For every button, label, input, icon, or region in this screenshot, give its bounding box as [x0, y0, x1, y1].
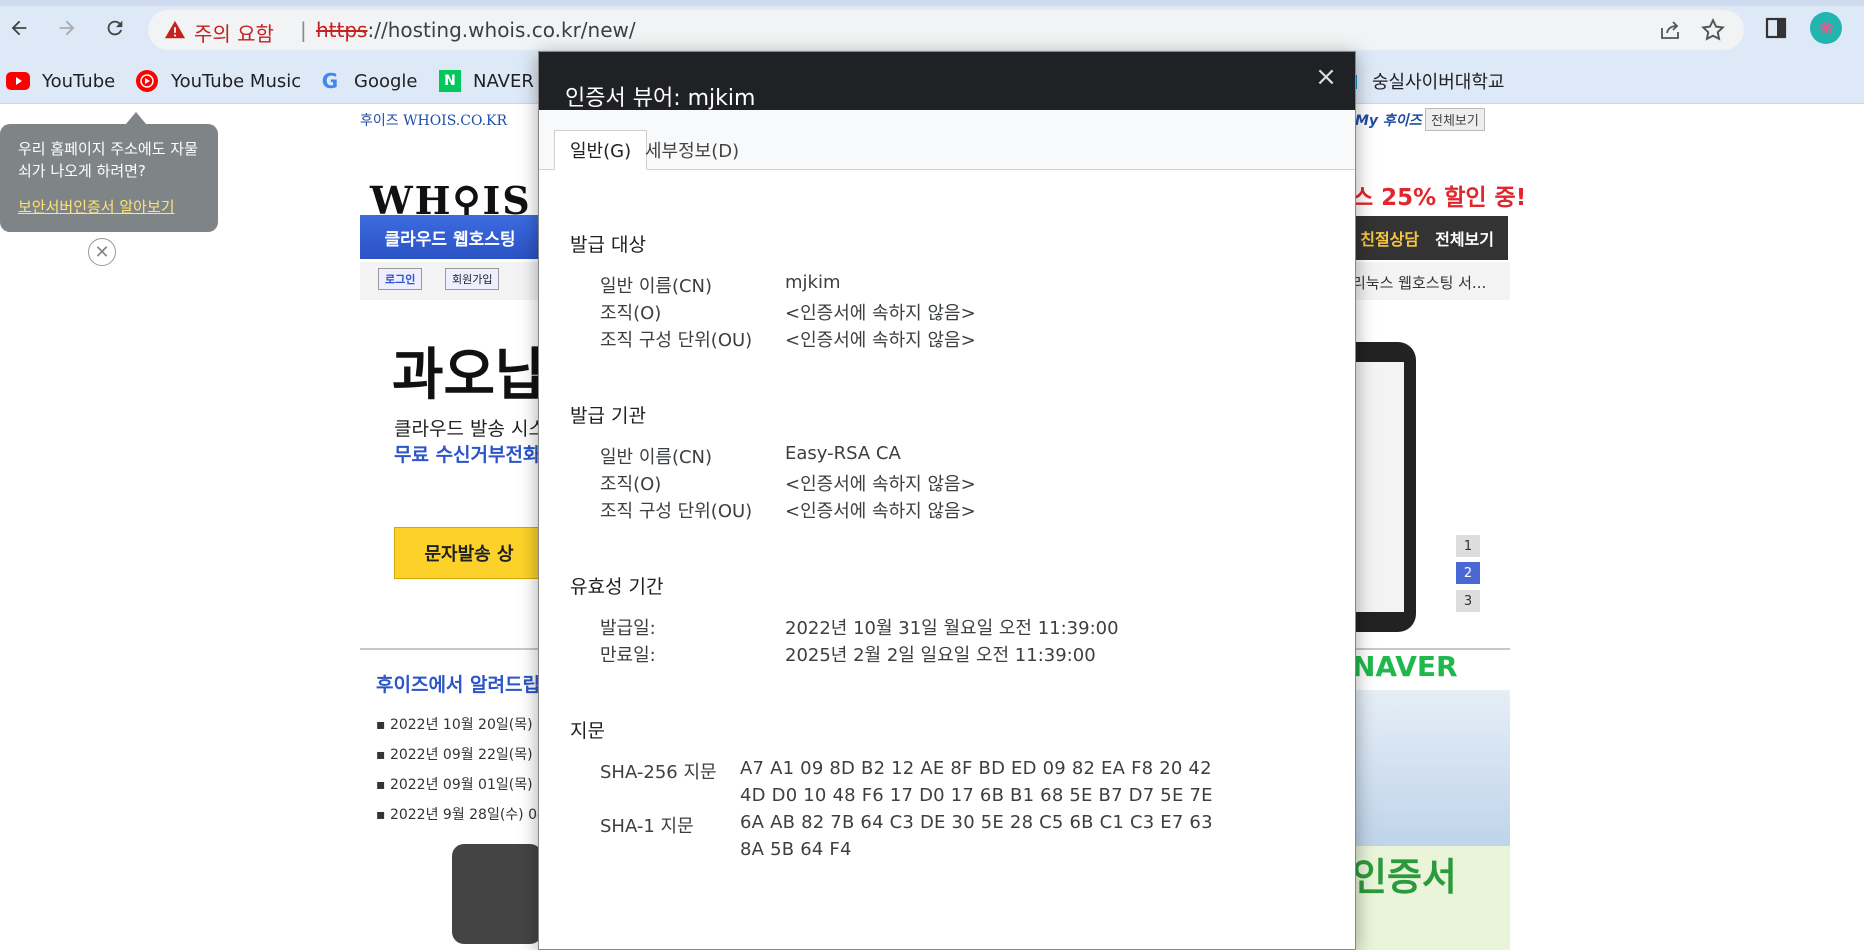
notice-item[interactable]: ▪ 2022년 10월 20일(목) 0 [376, 714, 546, 734]
profile-avatar[interactable]: ❀ [1810, 12, 1842, 44]
bookmark-youtube[interactable]: YouTube [6, 66, 115, 96]
notice-item[interactable]: ▪ 2022년 9월 28일(수) 04 [376, 804, 546, 824]
field-label: 만료일: [600, 645, 656, 666]
field-value: <인증서에 속하지 않음> [785, 474, 976, 495]
signup-button[interactable]: 회원가입 [445, 268, 500, 290]
hero-subtitle-2: 무료 수신거부전화 [394, 444, 541, 466]
pager-2[interactable]: 2 [1456, 562, 1480, 584]
tab-strip [0, 0, 1864, 6]
back-button[interactable] [2, 11, 36, 45]
warning-icon [164, 20, 186, 39]
pager-1[interactable]: 1 [1456, 535, 1480, 557]
issued-to-title: 발급 대상 [570, 234, 646, 256]
field-label: 조직 구성 단위(OU) [600, 501, 753, 522]
share-icon[interactable] [1658, 18, 1682, 42]
field-value: mjkim [785, 272, 841, 293]
field-label: 조직(O) [600, 303, 662, 324]
sha256-value-line1: A7 A1 09 8D B2 12 AE 8F BD ED 09 82 EA F… [740, 758, 1212, 779]
notice-item[interactable]: ▪ 2022년 09월 01일(목) 0 [376, 774, 546, 794]
bookmark-naver[interactable]: N NAVER [439, 66, 534, 96]
hero-title: 과오납 [392, 343, 547, 408]
tooltip-text: 우리 홈페이지 주소에도 자물쇠가 나오게 하려면? [18, 140, 198, 180]
consult-link[interactable]: 친절상담 [1360, 226, 1419, 250]
field-label: 일반 이름(CN) [600, 276, 713, 297]
field-value: 2025년 2월 2일 일요일 오전 11:39:00 [785, 645, 1096, 666]
arrow-left-icon [11, 20, 27, 36]
sha256-label: SHA-256 지문 [600, 762, 717, 783]
security-tooltip: 우리 홈페이지 주소에도 자물쇠가 나오게 하려면? 보안서버인증서 알아보기 [0, 112, 218, 232]
field-value: <인증서에 속하지 않음> [785, 303, 976, 324]
youtube-icon [6, 69, 30, 93]
linux-hosting-link[interactable]: 리눅스 웹호스팅 서... [1352, 272, 1486, 293]
dialog-tabbar: 일반(G) 세부정보(D) [539, 110, 1355, 170]
dialog-title: 인증서 뷰어: mjkim [565, 86, 756, 111]
bookmark-label: Google [354, 70, 418, 92]
cert-ad[interactable]: 인증서 [1352, 846, 1510, 950]
field-label: 일반 이름(CN) [600, 447, 713, 468]
close-icon: ✕ [94, 241, 110, 263]
bookmark-youtube-music[interactable]: YouTube Music [135, 66, 301, 96]
field-label: 조직 구성 단위(OU) [600, 330, 753, 351]
bookmark-google[interactable]: G Google [318, 66, 418, 96]
field-value: <인증서에 속하지 않음> [785, 501, 976, 522]
sha256-value-line2: 4D D0 10 48 F6 17 D0 17 6B B1 68 5E B7 D… [740, 785, 1213, 806]
security-warning-label[interactable]: 주의 요함 [194, 18, 274, 47]
nav-cloud-hosting[interactable]: 클라우드 웹호스팅 [360, 215, 540, 259]
close-icon[interactable]: × [1311, 62, 1341, 92]
my-whois-link[interactable]: My 후이즈 [1355, 110, 1422, 130]
tab-details[interactable]: 세부정보(D) [630, 130, 754, 170]
dark-nav-bar: 친절상담 전체보기 [1352, 216, 1508, 260]
youtube-music-icon [135, 69, 159, 93]
arrow-right-icon [59, 20, 75, 36]
bookmark-label: 숭실사이버대학교 [1372, 72, 1505, 93]
field-label: 발급일: [600, 618, 656, 639]
naver-ad[interactable]: NAVER [1352, 650, 1458, 683]
url-text[interactable]: https://hosting.whois.co.kr/new/ [316, 18, 636, 42]
reload-icon [107, 20, 123, 36]
forward-button[interactable] [50, 11, 84, 45]
field-value: Easy-RSA CA [785, 443, 901, 464]
notice-item[interactable]: ▪ 2022년 09월 22일(목) 0 [376, 744, 546, 764]
promo-banner[interactable]: 스 25% 할인 중! [1352, 178, 1526, 212]
reload-button[interactable] [98, 11, 132, 45]
notice-title[interactable]: 후이즈에서 알려드립 [376, 670, 540, 697]
bookmark-soongsil[interactable]: 숭실사이버대학교 [1348, 66, 1504, 96]
address-separator: | [300, 18, 307, 42]
field-value: 2022년 10월 31일 월요일 오전 11:39:00 [785, 618, 1119, 639]
issued-by-title: 발급 기관 [570, 405, 646, 427]
fingerprints-title: 지문 [570, 720, 605, 742]
field-label: 조직(O) [600, 474, 662, 495]
bookmark-label: NAVER [473, 70, 534, 92]
pager-3[interactable]: 3 [1456, 590, 1480, 612]
bookmark-label: YouTube [42, 70, 116, 92]
field-value: <인증서에 속하지 않음> [785, 330, 976, 351]
cloud-ad-image[interactable] [1352, 690, 1510, 846]
dialog-header: 인증서 뷰어: mjkim × [539, 52, 1355, 111]
sms-phone-image [452, 844, 542, 944]
phone-mockup-image [1352, 342, 1416, 632]
sha1-label: SHA-1 지문 [600, 816, 694, 837]
url-scheme: https [316, 18, 368, 42]
bookmark-label: YouTube Music [171, 70, 302, 92]
bookmark-star-icon[interactable] [1700, 17, 1726, 43]
naver-icon: N [439, 70, 461, 92]
whois-top-brand[interactable]: 후이즈 WHOIS.CO.KR [360, 110, 507, 130]
sha1-value-line2: 8A 5B 64 F4 [740, 839, 852, 860]
google-icon: G [321, 69, 339, 93]
tooltip-link[interactable]: 보안서버인증서 알아보기 [18, 196, 200, 218]
hero-subtitle: 클라우드 발송 시스 [394, 418, 546, 440]
view-all-nav[interactable]: 전체보기 [1435, 226, 1494, 250]
certificate-viewer-dialog: 인증서 뷰어: mjkim × 일반(G) 세부정보(D) 발급 대상 일반 이… [538, 51, 1356, 950]
browser-toolbar: 주의 요함 | https://hosting.whois.co.kr/new/… [0, 0, 1864, 58]
login-button[interactable]: 로그인 [378, 268, 423, 290]
sms-button[interactable]: 문자발송 상 [394, 527, 544, 579]
sha1-value-line1: 6A AB 82 7B 64 C3 DE 30 5E 28 C5 6B C1 C… [740, 812, 1213, 833]
validity-title: 유효성 기간 [570, 576, 664, 598]
address-bar[interactable]: 주의 요함 | https://hosting.whois.co.kr/new/ [148, 10, 1744, 50]
view-all-link[interactable]: 전체보기 [1425, 108, 1485, 131]
url-path: ://hosting.whois.co.kr/new/ [367, 18, 636, 42]
side-panel-icon[interactable] [1764, 16, 1788, 40]
tooltip-close-button[interactable]: ✕ [88, 238, 116, 266]
